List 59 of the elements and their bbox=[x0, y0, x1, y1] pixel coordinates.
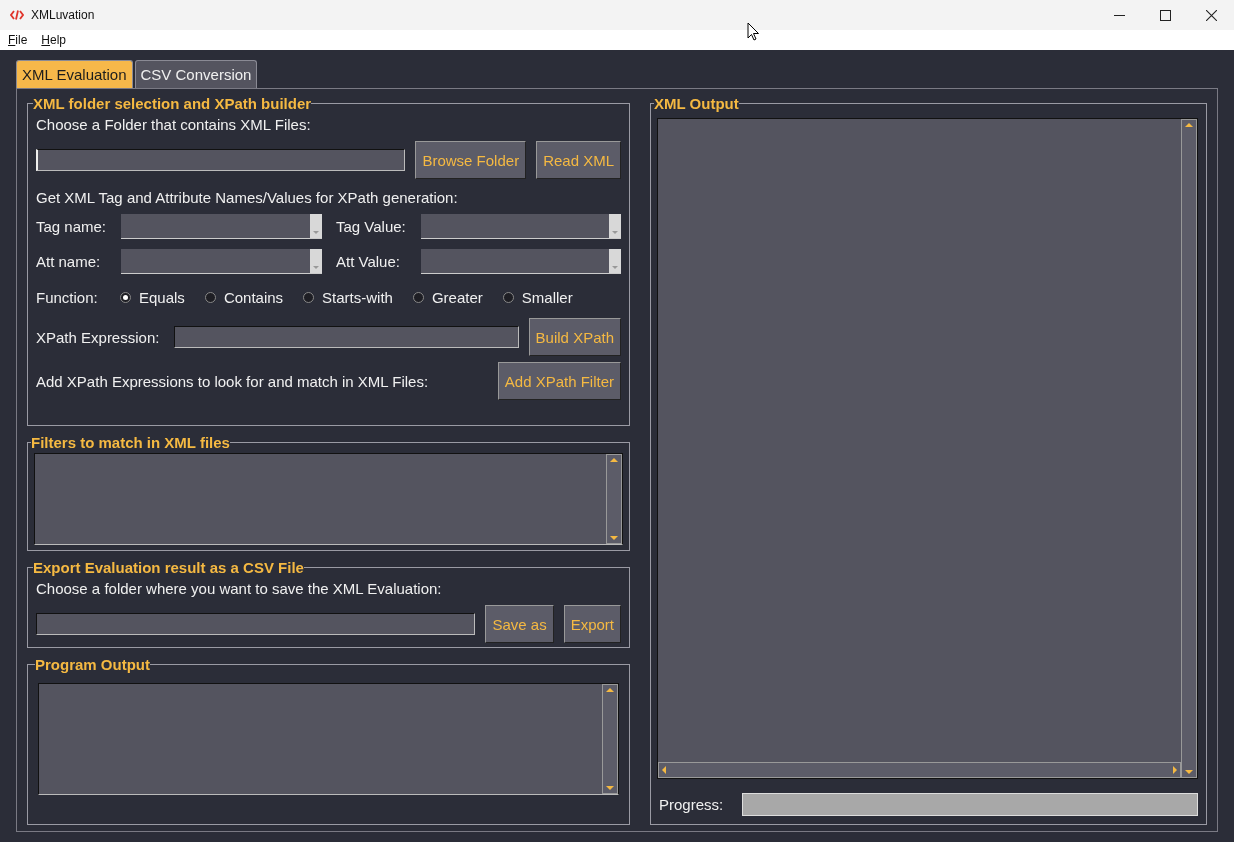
folder-path-field[interactable] bbox=[36, 149, 406, 171]
dropdown-field[interactable] bbox=[121, 249, 322, 274]
instruction-text: Add XPath Expressions to look for and match in XML Files: bbox=[36, 372, 429, 390]
tab[interactable]: CSV Conversion bbox=[134, 60, 258, 88]
action-button[interactable]: Save as bbox=[485, 605, 554, 643]
field-label: XPath Expression: bbox=[36, 328, 161, 346]
field-label: Att name: bbox=[36, 253, 102, 270]
window-title: XMLuvation bbox=[31, 8, 95, 22]
right-arrow-icon bbox=[1170, 764, 1180, 776]
add-filter-button[interactable]: Add XPath Filter bbox=[497, 362, 621, 400]
group-title: XML folder selection and XPath builder bbox=[33, 95, 312, 112]
progress-label: Progress: bbox=[659, 796, 724, 813]
horizontal-scrollbar[interactable] bbox=[658, 762, 1181, 778]
menu-item[interactable]: Help bbox=[41, 33, 67, 47]
instruction-text: Choose a folder where you want to save the XML Evaluation: bbox=[36, 579, 443, 599]
radio-label: Greater bbox=[431, 288, 483, 306]
group-title: Filters to match in XML files bbox=[31, 434, 230, 451]
dropdown-field[interactable] bbox=[421, 249, 621, 274]
field-label: Att Value: bbox=[335, 253, 401, 270]
radio-label: Contains bbox=[223, 288, 284, 306]
field-label: Tag Value: bbox=[335, 218, 407, 235]
down-arrow-icon bbox=[1183, 767, 1195, 777]
instruction-text: Choose a Folder that contains XML Files: bbox=[36, 115, 312, 135]
code-icon bbox=[10, 10, 24, 20]
vertical-scrollbar[interactable] bbox=[1181, 119, 1197, 778]
group-title: XML Output bbox=[654, 95, 739, 112]
vertical-scrollbar[interactable] bbox=[602, 684, 618, 794]
close-icon bbox=[1205, 9, 1217, 21]
action-button[interactable]: Read XML bbox=[536, 141, 621, 179]
up-arrow-icon bbox=[1183, 120, 1195, 130]
minimize-icon bbox=[1113, 14, 1125, 16]
radio-button[interactable] bbox=[412, 291, 424, 303]
action-button[interactable]: Browse Folder bbox=[415, 141, 527, 179]
dropdown-field[interactable] bbox=[121, 214, 322, 239]
save-path-field[interactable] bbox=[36, 613, 476, 635]
radio-label: Equals bbox=[139, 288, 185, 306]
field-label: Function: bbox=[36, 288, 99, 306]
down-arrow-icon bbox=[604, 783, 616, 793]
vertical-scrollbar[interactable] bbox=[606, 454, 622, 544]
up-arrow-icon bbox=[608, 455, 620, 465]
radio-label: Starts-with bbox=[322, 288, 393, 306]
action-button[interactable]: Export bbox=[563, 605, 621, 643]
menu-item[interactable]: File bbox=[8, 33, 28, 47]
radio-button[interactable] bbox=[204, 291, 216, 303]
build-xpath-button[interactable]: Build XPath bbox=[528, 318, 621, 356]
field-label: Tag name: bbox=[36, 218, 108, 235]
dropdown-field[interactable] bbox=[421, 214, 621, 239]
group-title: Program Output bbox=[35, 656, 150, 673]
xpath-expression-field[interactable] bbox=[174, 326, 519, 348]
group-title: Export Evaluation result as a CSV File bbox=[33, 559, 304, 576]
radio-button[interactable] bbox=[502, 291, 514, 303]
instruction-text: Get XML Tag and Attribute Names/Values for XPath generation: bbox=[36, 188, 459, 208]
tab[interactable]: XML Evaluation bbox=[16, 60, 133, 88]
radio-button[interactable] bbox=[120, 291, 131, 303]
down-arrow-icon bbox=[608, 533, 620, 543]
maximize-icon bbox=[1159, 9, 1171, 21]
up-arrow-icon bbox=[604, 685, 616, 695]
radio-label: Smaller bbox=[521, 288, 573, 306]
radio-button[interactable] bbox=[303, 291, 315, 303]
